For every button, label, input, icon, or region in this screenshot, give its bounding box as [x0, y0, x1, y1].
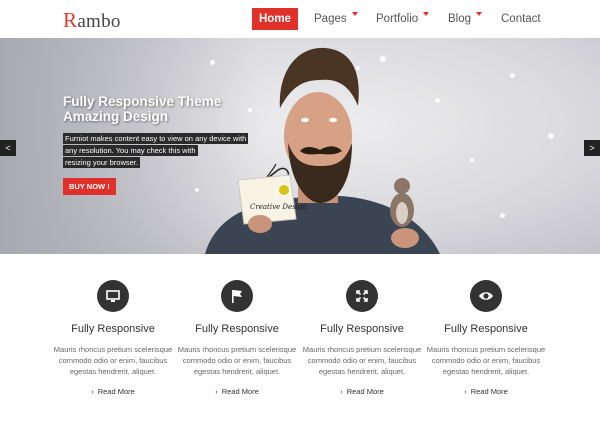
feature-card: Fully Responsive Mauris rhoncus pretium …: [177, 280, 297, 396]
slider-prev-button[interactable]: <: [0, 140, 16, 156]
nav-contact[interactable]: Contact: [501, 8, 541, 30]
feature-title: Fully Responsive: [195, 323, 279, 335]
feature-title: Fully Responsive: [320, 323, 404, 335]
card-text: Creative Design: [250, 203, 307, 211]
fullscreen-icon: [346, 280, 378, 312]
read-more-link[interactable]: › Read More: [177, 387, 297, 396]
caret-down-icon: [476, 11, 483, 16]
feature-text: Mauris rhoncus pretium scelerisque commo…: [302, 345, 422, 376]
read-more-label: Read More: [221, 387, 259, 396]
hero-title-line: Amazing Design: [63, 109, 169, 124]
feature-text: Mauris rhoncus pretium scelerisque commo…: [177, 345, 297, 376]
hero-title-line: Fully Responsive Theme: [63, 94, 222, 109]
chevron-right-icon: ›: [215, 387, 218, 396]
read-more-link[interactable]: › Read More: [53, 387, 173, 396]
snow-flake: [356, 66, 360, 70]
feature-text: Mauris rhoncus pretium scelerisque commo…: [426, 345, 546, 376]
snow-flake: [510, 73, 515, 78]
read-more-link[interactable]: › Read More: [302, 387, 422, 396]
eye-icon: [470, 280, 502, 312]
flag-icon: [221, 280, 253, 312]
monitor-icon: [97, 280, 129, 312]
slider-next-button[interactable]: >: [584, 140, 600, 156]
chevron-right-icon: ›: [91, 387, 94, 396]
feature-card: Fully Responsive Mauris rhoncus pretium …: [53, 280, 173, 396]
caret-down-icon: [351, 11, 358, 16]
hero-desc-line: Furniot makes content easy to view on an…: [63, 133, 249, 144]
hero-desc-line: resizing your browser.: [63, 157, 140, 168]
site-header: Rambo Home Pages Portfolio Blog Contact: [0, 0, 600, 38]
snow-flake: [470, 158, 474, 162]
feature-title: Fully Responsive: [71, 323, 155, 335]
nav-blog[interactable]: Blog: [448, 8, 483, 30]
buy-now-button[interactable]: BUY NOW !: [63, 178, 116, 195]
chevron-right-icon: ›: [464, 387, 467, 396]
nav-label: Home: [259, 13, 291, 25]
read-more-label: Read More: [97, 387, 135, 396]
nav-label: Pages: [314, 13, 347, 25]
snow-flake: [195, 188, 199, 192]
read-more-link[interactable]: › Read More: [426, 387, 546, 396]
feature-card: Fully Responsive Mauris rhoncus pretium …: [426, 280, 546, 396]
hero-desc-line: any resolution. You may check this with: [63, 145, 198, 156]
chevron-right-icon: ›: [340, 387, 343, 396]
hero-slider: Creative Design Fully Responsive Theme A…: [0, 38, 600, 254]
snow-flake: [548, 133, 554, 139]
nav-label: Contact: [501, 13, 541, 25]
snow-flake: [435, 98, 440, 103]
nav-label: Blog: [448, 13, 472, 25]
nav-home[interactable]: Home: [252, 8, 298, 30]
snow-flake: [210, 60, 215, 65]
nav-portfolio[interactable]: Portfolio: [376, 8, 430, 30]
site-logo[interactable]: Rambo: [63, 8, 121, 33]
snow-flake: [248, 108, 252, 112]
feature-title: Fully Responsive: [444, 323, 528, 335]
caret-down-icon: [423, 11, 430, 16]
snow-flake: [380, 56, 386, 62]
read-more-label: Read More: [470, 387, 508, 396]
nav-pages[interactable]: Pages: [314, 8, 358, 30]
hero-title: Fully Responsive Theme Amazing Design: [63, 94, 221, 124]
nav-label: Portfolio: [376, 13, 419, 25]
feature-card: Fully Responsive Mauris rhoncus pretium …: [302, 280, 422, 396]
snow-flake: [500, 213, 505, 218]
read-more-label: Read More: [346, 387, 384, 396]
feature-text: Mauris rhoncus pretium scelerisque commo…: [53, 345, 173, 376]
